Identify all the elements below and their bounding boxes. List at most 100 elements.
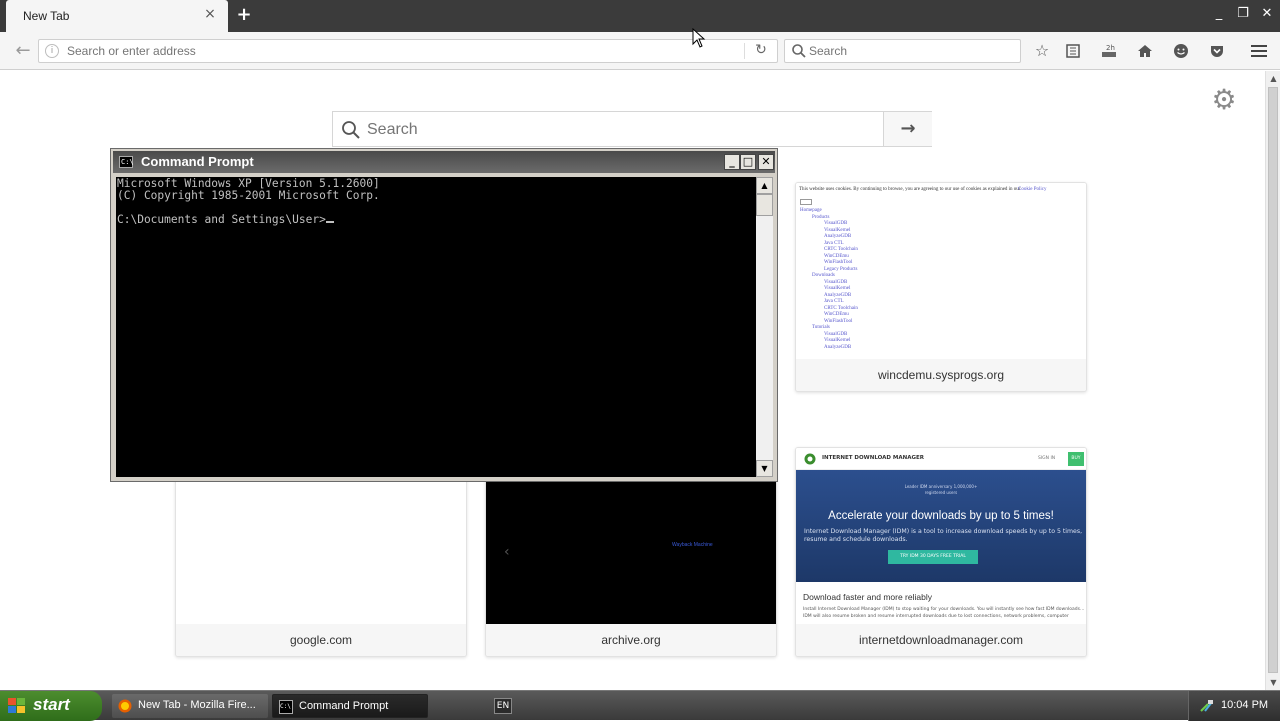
idm-section-title: Download faster and more reliably (803, 592, 932, 602)
page-scrollbar[interactable]: ▲ ▼ (1265, 71, 1280, 690)
start-button[interactable]: start (0, 691, 102, 721)
idm-subtext: Internet Download Manager (IDM) is a too… (804, 528, 1083, 543)
cookie-policy-link: Cookie Policy (1018, 187, 1047, 192)
search-icon (792, 44, 806, 58)
cmd-console[interactable]: Microsoft Windows XP [Version 5.1.2600] … (116, 177, 756, 477)
cmd-app-icon: C:\ (119, 156, 134, 168)
taskbar-item-firefox[interactable]: New Tab - Mozilla Fire... (112, 694, 268, 718)
mouse-pointer-icon (692, 28, 706, 48)
firefox-icon (118, 699, 132, 713)
windows-flag-icon (8, 698, 25, 713)
tile-label: archive.org (486, 624, 776, 656)
wincdemu-link: CRTC Toolchain (824, 305, 858, 311)
idm-headline: Accelerate your downloads by up to 5 tim… (828, 510, 1054, 522)
wincdemu-link: WinCDEmu (824, 312, 849, 317)
search-bar[interactable] (784, 39, 1021, 63)
console-line: (C) Copyright 1985-2001 Microsoft Corp. (117, 189, 380, 202)
wincdemu-link: WinCDEmu (824, 253, 849, 259)
reading-list-icon[interactable] (1062, 40, 1084, 62)
window-restore-button[interactable]: ❐ (1232, 4, 1254, 24)
tab-close-icon[interactable]: × (202, 6, 218, 22)
tile-label: wincdemu.sysprogs.org (796, 359, 1086, 391)
hello-icon[interactable] (1170, 40, 1192, 62)
back-button[interactable]: ← (10, 38, 36, 64)
wincdemu-link: Java CTL (824, 240, 844, 246)
wincdemu-link: Homepage (800, 208, 822, 213)
cmd-close-button[interactable]: ✕ (758, 154, 774, 170)
newtab-search-input[interactable] (367, 118, 867, 142)
idm-cta-button: TRY IDM 30 DAYS FREE TRIAL (888, 550, 978, 564)
address-separator (744, 43, 745, 59)
wincdemu-link: Tutorials (812, 325, 830, 330)
idm-header: INTERNET DOWNLOAD MANAGER SIGN IN BUY (796, 448, 1086, 470)
idm-brand: INTERNET DOWNLOAD MANAGER (822, 455, 924, 461)
downloads-icon[interactable]: 2h (1098, 40, 1120, 62)
tab-title: New Tab (23, 9, 70, 23)
tile-label: internetdownloadmanager.com (796, 624, 1086, 656)
wincdemu-link: Products (812, 214, 830, 220)
address-bar[interactable]: i ↻ (38, 39, 778, 63)
idm-buy-badge: BUY (1068, 452, 1084, 466)
wincdemu-link: WinFlashTool (824, 318, 853, 324)
cmd-scroll-thumb[interactable] (756, 194, 773, 216)
new-tab-button[interactable]: + (234, 5, 254, 25)
pocket-icon[interactable] (1206, 40, 1228, 62)
tile-idm[interactable]: INTERNET DOWNLOAD MANAGER SIGN IN BUY Le… (795, 447, 1087, 657)
wincdemu-link: VisualKernel (824, 338, 851, 343)
cmd-icon: C:\ (279, 700, 293, 714)
wincdemu-link: CRTC Toolchain (824, 247, 858, 252)
wayback-text: Wayback Machine (672, 542, 713, 548)
site-info-icon[interactable]: i (45, 44, 59, 58)
search-go-button[interactable]: → (883, 112, 932, 146)
search-input[interactable] (809, 42, 1009, 60)
cmd-scroll-up-icon[interactable]: ▲ (756, 177, 773, 194)
taskbar-item-label: New Tab - Mozilla Fire... (138, 699, 256, 711)
window-close-button[interactable]: ✕ (1256, 4, 1278, 24)
scroll-down-icon[interactable]: ▼ (1266, 675, 1280, 690)
tab-new-tab[interactable]: New Tab × (6, 0, 228, 32)
carousel-prev-icon: ‹ (504, 544, 510, 560)
scrollbar-thumb[interactable] (1268, 87, 1278, 673)
menu-icon[interactable] (1248, 40, 1270, 62)
idm-body: Install Internet Download Manager (IDM) … (803, 607, 1085, 619)
taskbar: start New Tab - Mozilla Fire... C:\ Comm… (0, 690, 1280, 721)
system-tray: 10:04 PM (1188, 691, 1280, 721)
cookie-notice: This website uses cookies. By continuing… (799, 187, 1021, 192)
cmd-maximize-button[interactable]: □ (740, 154, 756, 170)
cmd-scroll-down-icon[interactable]: ▼ (756, 460, 773, 477)
newtab-search-box[interactable]: → (332, 111, 932, 147)
svg-text:2h: 2h (1106, 44, 1115, 52)
address-input[interactable] (67, 42, 727, 60)
window-minimize-button[interactable]: _ (1208, 4, 1230, 24)
wincdemu-link: VisualKernel (824, 286, 851, 291)
wincdemu-link: AnalyzeGDB (824, 344, 852, 350)
console-prompt: C:\Documents and Settings\User> (117, 213, 326, 226)
idm-logo-icon (804, 453, 816, 465)
wincdemu-link: VisualGDB (824, 221, 848, 226)
cmd-scrollbar[interactable]: ▲ ▼ (756, 177, 773, 477)
idm-award: Leader IDM anniversary 1,000,000+ regist… (904, 484, 978, 495)
tile-wincdemu[interactable]: This website uses cookies. By continuing… (795, 182, 1087, 392)
home-icon[interactable] (1134, 40, 1156, 62)
navigation-toolbar: ← i ↻ ☆ 2h (0, 32, 1280, 70)
command-prompt-window[interactable]: C:\ Command Prompt _ □ ✕ Microsoft Windo… (110, 148, 778, 482)
language-indicator[interactable]: EN (494, 698, 512, 714)
network-icon[interactable] (1199, 698, 1215, 714)
taskbar-item-label: Command Prompt (299, 700, 389, 712)
carousel-dots (651, 617, 731, 632)
tile-thumbnail: INTERNET DOWNLOAD MANAGER SIGN IN BUY Le… (796, 448, 1086, 624)
tab-strip: New Tab × + _ ❐ ✕ (0, 0, 1280, 32)
taskbar-item-cmd[interactable]: C:\ Command Prompt (272, 694, 428, 718)
reload-icon[interactable]: ↻ (751, 42, 771, 60)
cmd-minimize-button[interactable]: _ (724, 154, 740, 170)
wincdemu-link: AnalyzeGDB (824, 234, 852, 239)
cmd-titlebar[interactable]: C:\ Command Prompt _ □ ✕ (113, 151, 775, 173)
customize-gear-icon[interactable]: ⚙ (1210, 86, 1238, 114)
idm-hero: Leader IDM anniversary 1,000,000+ regist… (796, 470, 1086, 582)
wincdemu-link: Downloads (812, 273, 835, 278)
star-icon[interactable]: ☆ (1031, 40, 1053, 62)
wincdemu-link: VisualKernel (824, 227, 851, 233)
search-icon (342, 121, 360, 139)
scroll-up-icon[interactable]: ▲ (1266, 71, 1280, 86)
logo-box (800, 199, 812, 205)
